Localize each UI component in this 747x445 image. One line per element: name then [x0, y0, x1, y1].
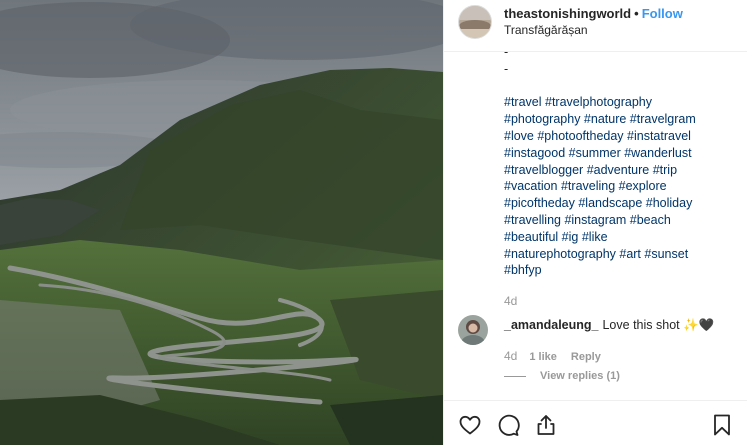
follow-button[interactable]: Follow	[642, 6, 683, 21]
caption-line: -	[504, 61, 509, 76]
commenter-username[interactable]: _amandaleung_	[504, 318, 598, 332]
mountain-road-photo	[0, 0, 443, 445]
hashtag-line[interactable]: #picoftheday #landscape #holiday	[504, 195, 736, 212]
comment-likes[interactable]: 1 like	[529, 351, 557, 363]
comment-item: _amandaleung_ Love this shot ✨🖤	[504, 318, 714, 333]
action-bar	[444, 400, 747, 445]
caption-line: -	[504, 45, 509, 59]
bookmark-icon[interactable]	[710, 413, 734, 437]
hashtag-line[interactable]: #instagood #summer #wanderlust	[504, 145, 736, 162]
post-sidebar: theastonishingworld • Follow Transfăgărășa…	[443, 0, 747, 445]
post-photo[interactable]	[0, 0, 443, 445]
view-replies-label[interactable]: View replies (1)	[540, 370, 620, 382]
author-line: theastonishingworld • Follow	[504, 6, 683, 21]
post-location[interactable]: Transfăgărășan	[504, 23, 588, 37]
author-username[interactable]: theastonishingworld	[504, 6, 631, 21]
heart-icon[interactable]	[458, 413, 482, 437]
share-icon[interactable]	[534, 413, 558, 437]
post-caption: - - #travel #travelphotography #photogra…	[504, 44, 736, 279]
hashtag-line[interactable]: #naturephotography #art #sunset	[504, 246, 736, 263]
caption-line	[504, 78, 736, 95]
caption-timestamp[interactable]: 4d	[504, 294, 517, 308]
hashtag-line[interactable]: #beautiful #ig #like	[504, 229, 736, 246]
comment-text: Love this shot ✨🖤	[602, 318, 715, 332]
comment-timestamp[interactable]: 4d	[504, 349, 517, 363]
reply-button[interactable]: Reply	[571, 351, 601, 363]
view-replies-button[interactable]: View replies (1)	[504, 370, 620, 382]
hashtag-line[interactable]: #love #photooftheday #instatravel	[504, 128, 736, 145]
comment-icon[interactable]	[496, 413, 520, 437]
post-view: theastonishingworld • Follow Transfăgărășa…	[0, 0, 747, 445]
separator-dot: •	[634, 6, 639, 21]
hashtag-line[interactable]: #travel #travelphotography	[504, 94, 736, 111]
comment-meta: 4d 1 like Reply	[504, 349, 601, 363]
replies-divider	[504, 375, 526, 377]
hashtag-line[interactable]: #travelling #instagram #beach	[504, 212, 736, 229]
hashtag-line[interactable]: #bhfyp	[504, 262, 736, 279]
hashtag-line[interactable]: #photography #nature #travelgram	[504, 111, 736, 128]
commenter-avatar[interactable]	[458, 315, 488, 345]
hashtag-line[interactable]: #travelblogger #adventure #trip	[504, 162, 736, 179]
author-avatar[interactable]	[458, 5, 492, 39]
hashtag-line[interactable]: #vacation #traveling #explore	[504, 178, 736, 195]
